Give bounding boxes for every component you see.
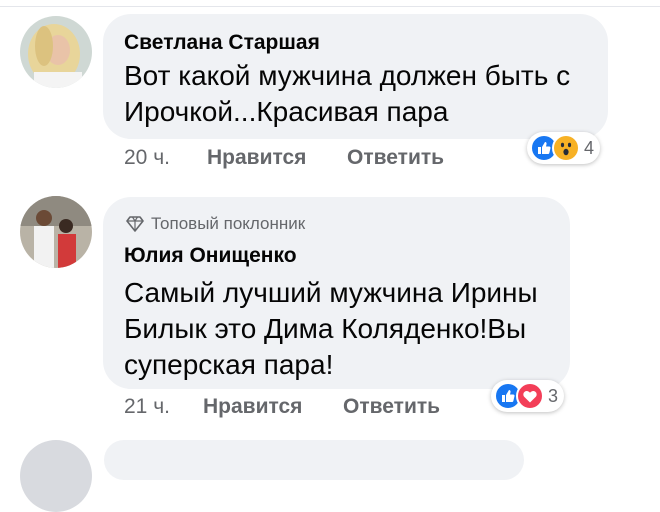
comment-bubble [104, 440, 524, 480]
avatar[interactable] [20, 440, 92, 512]
like-button[interactable]: Нравится [207, 146, 306, 170]
comment-text-line: Билык это Дима Коляденко!Вы [124, 313, 527, 344]
badge-label: Топовый поклонник [151, 214, 306, 233]
wow-icon [552, 134, 580, 162]
like-button[interactable]: Нравится [203, 395, 302, 419]
avatar[interactable] [20, 196, 92, 268]
avatar[interactable] [20, 16, 92, 88]
comment-author[interactable]: Юлия Онищенко [124, 244, 297, 268]
love-icon [516, 382, 544, 410]
comment-timestamp[interactable]: 20 ч. [124, 146, 170, 170]
reply-button[interactable]: Ответить [347, 146, 444, 170]
reaction-count: 3 [548, 385, 559, 406]
comment-text-line: Вот какой мужчина должен быть с [124, 60, 571, 91]
comment-text: Вот какой мужчина должен быть с Ирочкой.… [124, 58, 570, 130]
diamond-icon [126, 216, 144, 232]
reactions-summary[interactable]: 3 [491, 380, 565, 412]
reaction-count: 4 [584, 137, 595, 158]
reply-button[interactable]: Ответить [343, 395, 440, 419]
comment-text: Самый лучший мужчина Ирины Билык это Дим… [124, 275, 538, 383]
top-fan-badge[interactable]: Топовый поклонник [126, 214, 305, 234]
comment-text-line: Ирочкой...Красивая пара [124, 96, 449, 127]
reactions-summary[interactable]: 4 [527, 132, 601, 164]
comment-text-line: Самый лучший мужчина Ирины [124, 277, 538, 308]
comment-author[interactable]: Светлана Старшая [124, 31, 320, 55]
comment-timestamp[interactable]: 21 ч. [124, 395, 170, 419]
comment-text-line: суперская пара! [124, 349, 334, 380]
top-divider [0, 0, 660, 7]
